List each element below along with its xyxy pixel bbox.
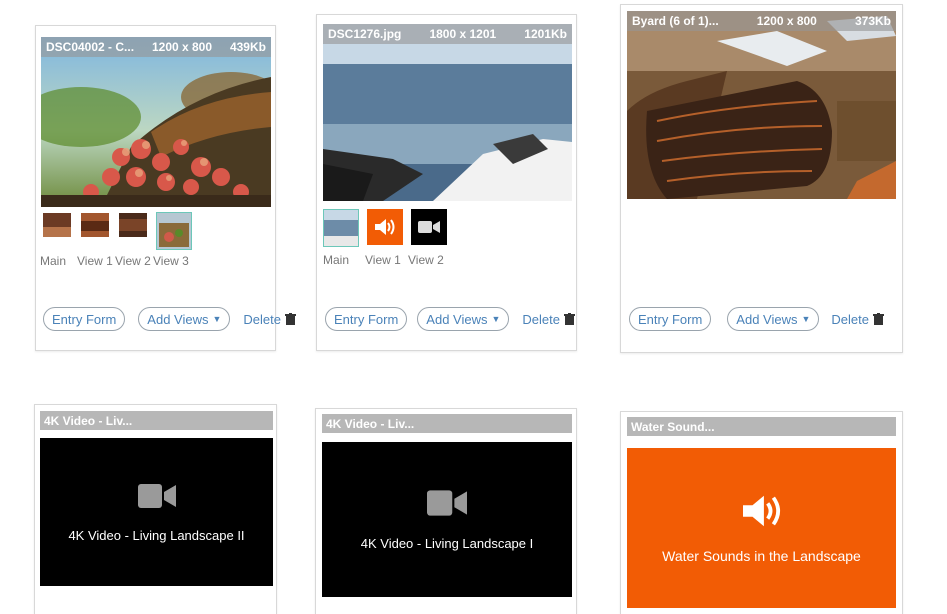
- delete-button[interactable]: Delete: [831, 312, 884, 327]
- file-size: 1201Kb: [524, 27, 567, 41]
- media-card-2: 4K Video - Liv... 4K Video - Living Land…: [315, 408, 577, 614]
- speaker-icon: [742, 495, 780, 527]
- thumb-view-2-image: [119, 213, 147, 237]
- thumb-label-view-2: View 2: [115, 254, 151, 268]
- delete-label: Delete: [831, 311, 869, 327]
- add-views-label: Add Views: [426, 311, 488, 327]
- delete-button[interactable]: Delete: [522, 312, 575, 327]
- image-info-bar: DSC1276.jpg 1800 x 1201 1201Kb: [323, 24, 572, 44]
- thumb-view-2-video[interactable]: [411, 209, 447, 245]
- trash-icon: [872, 313, 884, 325]
- thumb-main-image: [324, 210, 358, 246]
- add-views-dropdown[interactable]: Add Views ▼: [138, 307, 231, 331]
- entry-form-button[interactable]: Entry Form: [43, 307, 126, 331]
- thumb-view-3-selected[interactable]: [156, 212, 192, 250]
- image-dimensions: 1200 x 800: [151, 40, 213, 54]
- card-1-actions: Entry Form Add Views ▼ Delete: [43, 307, 296, 331]
- thumb-main-image: [43, 213, 71, 237]
- thumb-view-1-image: [81, 213, 109, 237]
- file-name: DSC04002 - C...: [46, 40, 135, 54]
- image-info-bar: DSC04002 - C... 1200 x 800 439Kb: [41, 37, 271, 57]
- file-name: Byard (6 of 1)...: [632, 14, 719, 28]
- trash-icon: [284, 313, 296, 325]
- thumb-label-view-1: View 1: [77, 254, 113, 268]
- caret-down-icon: ▼: [212, 314, 222, 324]
- speaker-icon: [375, 219, 395, 235]
- video-camera-icon: [137, 483, 176, 508]
- thumb-label-view-2: View 2: [408, 253, 444, 267]
- thumb-view-2[interactable]: [118, 212, 148, 238]
- delete-label: Delete: [243, 311, 281, 327]
- thumb-label-view-3: View 3: [153, 254, 189, 268]
- thumb-view-3-image: [157, 213, 191, 249]
- video-caption: 4K Video - Living Landscape I: [360, 536, 534, 551]
- image-card-2: DSC1276.jpg 1800 x 1201 1201Kb Main View…: [316, 14, 577, 351]
- caret-down-icon: ▼: [491, 314, 501, 324]
- media-card-1: 4K Video - Liv... 4K Video - Living Land…: [34, 404, 277, 614]
- trash-icon: [563, 313, 575, 325]
- image-card-3: Byard (6 of 1)... 1200 x 800 373Kb Entry…: [620, 4, 903, 353]
- delete-button[interactable]: Delete: [243, 312, 296, 327]
- thumb-main[interactable]: [42, 212, 72, 238]
- thumb-label-main: Main: [323, 253, 350, 267]
- succulent-photo: [41, 37, 271, 207]
- image-dimensions: 1800 x 1201: [429, 27, 497, 41]
- log-photo: [627, 11, 896, 199]
- view-thumbnails: [323, 209, 447, 247]
- card-2-image[interactable]: DSC1276.jpg 1800 x 1201 1201Kb: [323, 24, 572, 201]
- caret-down-icon: ▼: [801, 314, 811, 324]
- add-views-label: Add Views: [147, 311, 209, 327]
- image-info-bar: Byard (6 of 1)... 1200 x 800 373Kb: [627, 11, 896, 31]
- audio-caption: Water Sounds in the Landscape: [662, 548, 861, 564]
- delete-label: Delete: [522, 311, 560, 327]
- card-1-image[interactable]: DSC04002 - C... 1200 x 800 439Kb: [41, 37, 271, 207]
- entry-form-button[interactable]: Entry Form: [325, 307, 408, 331]
- view-thumbnails: [42, 212, 192, 250]
- file-size: 439Kb: [229, 40, 266, 54]
- image-dimensions: 1200 x 800: [756, 14, 817, 28]
- thumb-label-main: Main: [40, 254, 67, 268]
- video-caption: 4K Video - Living Landscape II: [68, 527, 245, 543]
- add-views-dropdown[interactable]: Add Views ▼: [417, 307, 510, 331]
- thumb-labels: Main View 1 View 2 View 3: [40, 254, 189, 268]
- card-3-actions: Entry Form Add Views ▼ Delete: [629, 307, 884, 331]
- file-name: DSC1276.jpg: [328, 27, 402, 41]
- video-panel[interactable]: 4K Video - Living Landscape II: [40, 438, 273, 586]
- add-views-label: Add Views: [736, 311, 798, 327]
- media-title-bar: 4K Video - Liv...: [322, 414, 572, 433]
- add-views-dropdown[interactable]: Add Views ▼: [727, 307, 820, 331]
- card-3-image[interactable]: Byard (6 of 1)... 1200 x 800 373Kb: [627, 11, 896, 199]
- video-panel[interactable]: 4K Video - Living Landscape I: [322, 442, 572, 597]
- media-title-bar: Water Sound...: [627, 417, 896, 436]
- file-size: 373Kb: [854, 14, 891, 28]
- thumb-main-selected[interactable]: [323, 209, 359, 247]
- video-camera-icon: [427, 490, 467, 516]
- image-card-1: DSC04002 - C... 1200 x 800 439Kb Main Vi…: [35, 25, 296, 351]
- thumb-label-view-1: View 1: [365, 253, 401, 267]
- media-title-bar: 4K Video - Liv...: [40, 411, 273, 430]
- thumb-view-1-audio[interactable]: [367, 209, 403, 245]
- ocean-rocks-photo: [323, 24, 572, 201]
- thumb-labels: Main View 1 View 2: [323, 253, 444, 267]
- entry-form-button[interactable]: Entry Form: [629, 307, 712, 331]
- card-2-actions: Entry Form Add Views ▼ Delete: [325, 307, 575, 331]
- media-card-3: Water Sound... Water Sounds in the Lands…: [620, 411, 903, 614]
- video-camera-icon: [418, 221, 440, 233]
- thumb-view-1[interactable]: [80, 212, 110, 238]
- audio-panel[interactable]: Water Sounds in the Landscape: [627, 448, 896, 608]
